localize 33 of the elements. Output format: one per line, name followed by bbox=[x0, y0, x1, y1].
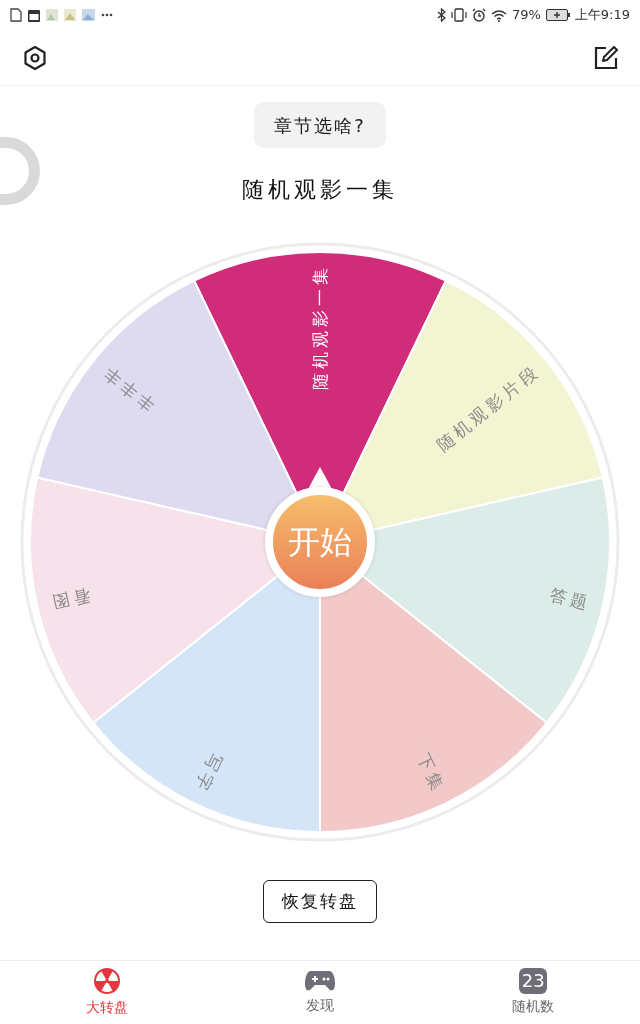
number-icon: 23 bbox=[519, 968, 548, 994]
calendar-icon bbox=[28, 8, 40, 22]
photo-icon bbox=[64, 9, 76, 21]
battery-percent: 79% bbox=[511, 6, 541, 25]
nav-tab[interactable]: 大转盘 bbox=[46, 967, 167, 1018]
nav-tab[interactable]: 发现 bbox=[260, 969, 380, 1016]
segment-label: 写字 bbox=[190, 750, 227, 797]
settings-button[interactable] bbox=[22, 44, 48, 71]
settings-icon bbox=[22, 44, 48, 71]
segment-label: 答题 bbox=[547, 584, 594, 614]
document-icon bbox=[10, 8, 22, 22]
edit-button[interactable] bbox=[594, 45, 618, 70]
segment-label: 丰丰丰 bbox=[96, 360, 159, 416]
alarm-icon bbox=[471, 8, 486, 22]
wifi-icon bbox=[490, 8, 507, 22]
bluetooth-icon bbox=[436, 8, 446, 22]
topic-button[interactable]: 章节选啥? bbox=[254, 102, 386, 148]
gamepad-icon bbox=[305, 969, 335, 993]
segment-label: 随机观影片段 bbox=[432, 360, 544, 456]
segment-label: 下集 bbox=[413, 750, 450, 797]
more-icon bbox=[101, 13, 113, 17]
status-time: 上午9:19 bbox=[574, 6, 630, 25]
edit-icon bbox=[594, 45, 618, 70]
vibrate-icon bbox=[450, 8, 467, 22]
photo-icon bbox=[82, 9, 95, 21]
segment-label: 随机观影一集 bbox=[310, 264, 330, 390]
photo-icon bbox=[46, 9, 58, 21]
wheel-icon bbox=[92, 967, 121, 995]
segment-label: 看图 bbox=[46, 584, 93, 614]
result-text: 随机观影一集 bbox=[242, 176, 398, 204]
battery-icon bbox=[545, 9, 570, 21]
reset-button[interactable]: 恢复转盘 bbox=[263, 880, 377, 923]
nav-tab[interactable]: 23 随机数 bbox=[473, 968, 594, 1017]
